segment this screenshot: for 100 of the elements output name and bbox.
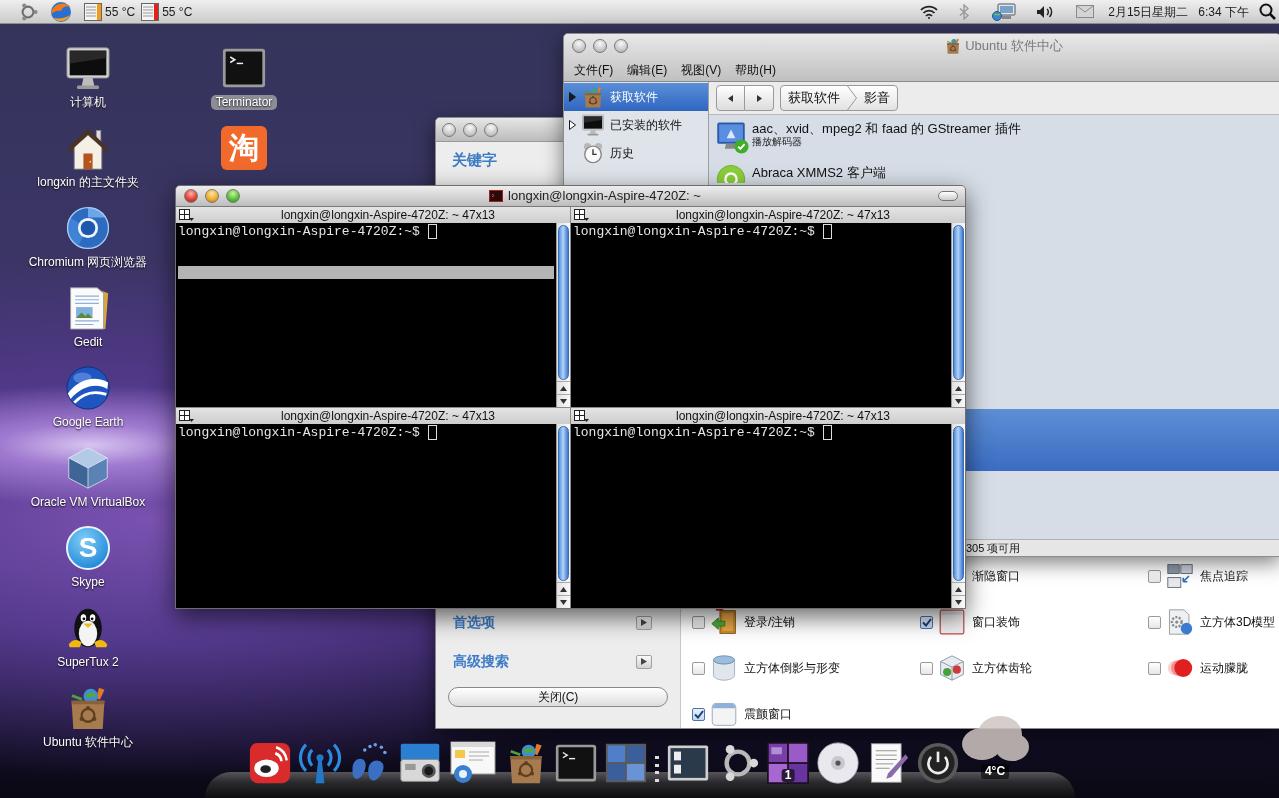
expander-triangle-icon[interactable] bbox=[569, 120, 576, 130]
date-label[interactable]: 2月15日星期二 bbox=[1108, 2, 1189, 21]
disc-icon[interactable] bbox=[817, 742, 859, 784]
antenna-icon[interactable] bbox=[299, 742, 341, 784]
desktop-icon-label[interactable]: Google Earth bbox=[47, 415, 129, 430]
forward-button[interactable] bbox=[745, 85, 774, 111]
plugin-label[interactable]: 立方体倒影与形变 bbox=[744, 659, 840, 677]
plugin-label[interactable]: 立方体齿轮 bbox=[972, 659, 1032, 677]
desktop-icon-label[interactable]: 计算机 bbox=[65, 95, 111, 110]
volume-icon[interactable] bbox=[1036, 4, 1055, 19]
menu-item[interactable]: 帮助(H) bbox=[735, 60, 776, 79]
wifi-icon[interactable] bbox=[920, 4, 939, 19]
scroll-up-button[interactable] bbox=[557, 381, 570, 394]
scrollbar[interactable] bbox=[556, 424, 570, 608]
checkbox[interactable] bbox=[1148, 615, 1161, 629]
checkbox[interactable] bbox=[692, 615, 705, 629]
scroll-down-button[interactable] bbox=[952, 394, 965, 407]
desktop-icon-label[interactable]: Oracle VM VirtualBox bbox=[25, 495, 151, 510]
plugin-label[interactable]: 运动朦胧 bbox=[1200, 659, 1248, 677]
cube-icon[interactable] bbox=[66, 446, 110, 490]
swirl-icon[interactable] bbox=[50, 0, 72, 23]
expand-arrow-button[interactable] bbox=[636, 615, 652, 630]
checkbox[interactable] bbox=[920, 661, 933, 675]
eye-logo-icon[interactable] bbox=[249, 742, 291, 784]
media-screen-icon[interactable] bbox=[716, 120, 746, 150]
checkbox[interactable] bbox=[1148, 661, 1161, 675]
minimize-button[interactable] bbox=[463, 122, 477, 137]
alarm-clock-icon[interactable] bbox=[582, 142, 604, 164]
search-icon[interactable] bbox=[1259, 3, 1276, 20]
checkbox[interactable] bbox=[692, 661, 705, 675]
scrollbar[interactable] bbox=[951, 223, 965, 407]
plugin-label[interactable]: 震颤窗口 bbox=[744, 705, 792, 723]
terminal-icon[interactable] bbox=[555, 742, 597, 784]
sidebar-item[interactable]: 历史 bbox=[564, 139, 708, 167]
split-grid-icon[interactable] bbox=[179, 409, 194, 423]
checkbox[interactable] bbox=[920, 615, 933, 629]
plugin-label[interactable]: 渐隐窗口 bbox=[972, 567, 1020, 585]
scrollbar[interactable] bbox=[556, 223, 570, 407]
desktop-icon-label[interactable]: Skype bbox=[66, 575, 110, 590]
temperature-reading[interactable]: 55 °C bbox=[105, 2, 136, 21]
cloud-icon[interactable] bbox=[960, 714, 1030, 764]
desktop-icon-label[interactable]: Chromium 网页浏览器 bbox=[23, 255, 153, 270]
shopping-bag-icon[interactable] bbox=[582, 86, 604, 108]
desktop-icon-label[interactable]: Ubuntu 软件中心 bbox=[38, 735, 138, 750]
split-grid-icon[interactable] bbox=[574, 409, 589, 423]
menu-item[interactable]: 编辑(E) bbox=[627, 60, 668, 79]
sensor-icon[interactable] bbox=[141, 2, 160, 21]
split-grid-icon[interactable] bbox=[179, 208, 194, 222]
sphere-logo-icon[interactable] bbox=[66, 206, 110, 250]
temperature-reading[interactable]: 55 °C bbox=[162, 2, 193, 21]
scroll-down-button[interactable] bbox=[557, 595, 570, 608]
expand-arrow-button[interactable] bbox=[636, 654, 652, 669]
scrollbar-thumb[interactable] bbox=[953, 426, 964, 581]
workspace-thumbnails-icon[interactable] bbox=[767, 742, 809, 784]
list-row[interactable]: aac、xvid、mpeg2 和 faad 的 GStreamer 插件 播放解码器 bbox=[709, 115, 1279, 159]
scroll-up-button[interactable] bbox=[952, 381, 965, 394]
dialog-close-button[interactable]: 关闭(C) bbox=[448, 687, 668, 707]
maximize-button[interactable] bbox=[614, 39, 628, 53]
plugin-label[interactable]: 登录/注销 bbox=[744, 613, 796, 631]
plugin-label[interactable]: 窗口装饰 bbox=[972, 613, 1020, 631]
scrollbar-thumb[interactable] bbox=[953, 225, 964, 380]
toolbar-toggle-button[interactable] bbox=[938, 191, 958, 201]
monitor-icon[interactable] bbox=[582, 114, 604, 136]
sensor-icon[interactable] bbox=[84, 2, 102, 21]
minimize-button[interactable] bbox=[593, 39, 607, 53]
close-button[interactable] bbox=[572, 39, 586, 53]
plugin-label[interactable]: 立方体3D模型 bbox=[1200, 613, 1276, 631]
scrollbar-thumb[interactable] bbox=[558, 426, 569, 581]
maximize-button[interactable] bbox=[484, 122, 498, 137]
terminal-screen[interactable]: longxin@longxin-Aspire-4720Z:~$ bbox=[571, 424, 951, 608]
monitor-icon[interactable] bbox=[66, 46, 110, 90]
desktop-icon-label[interactable]: longxin 的主文件夹 bbox=[32, 175, 144, 190]
sidebar-item[interactable]: 已安装的软件 bbox=[564, 111, 708, 139]
terminal-screen[interactable]: longxin@longxin-Aspire-4720Z:~$ bbox=[176, 223, 556, 407]
list-row[interactable]: Abraca XMMS2 客户端 bbox=[709, 159, 1279, 203]
globe-icon[interactable] bbox=[66, 366, 110, 410]
clock-label[interactable]: 6:34 下午 bbox=[1198, 2, 1249, 21]
network-icon[interactable] bbox=[992, 2, 1017, 21]
section-link[interactable]: 高级搜索 bbox=[453, 651, 509, 672]
breadcrumb-button[interactable]: 影音 bbox=[857, 86, 897, 110]
terminal-screen[interactable]: longxin@longxin-Aspire-4720Z:~$ bbox=[571, 223, 951, 407]
scrollbar-thumb[interactable] bbox=[558, 225, 569, 380]
penguin-icon[interactable] bbox=[66, 606, 110, 650]
camera-icon[interactable] bbox=[399, 742, 441, 784]
back-button[interactable] bbox=[716, 85, 745, 111]
checkbox[interactable] bbox=[692, 707, 705, 721]
breadcrumb-button[interactable]: 获取软件 bbox=[781, 86, 847, 110]
mail-icon[interactable] bbox=[1076, 5, 1095, 18]
checkbox[interactable] bbox=[1148, 569, 1161, 583]
menu-item[interactable]: 视图(V) bbox=[681, 60, 722, 79]
terminal-screen[interactable]: longxin@longxin-Aspire-4720Z:~$ bbox=[176, 424, 556, 608]
scroll-up-button[interactable] bbox=[952, 582, 965, 595]
sidebar-item[interactable]: 获取软件 bbox=[564, 83, 708, 111]
menu-item[interactable]: 文件(F) bbox=[574, 60, 614, 79]
scroll-down-button[interactable] bbox=[557, 394, 570, 407]
close-button[interactable] bbox=[442, 122, 456, 137]
minimize-button[interactable] bbox=[205, 189, 219, 203]
scrollbar[interactable] bbox=[951, 424, 965, 608]
scroll-down-button[interactable] bbox=[952, 595, 965, 608]
desktop-icon-label[interactable]: SuperTux 2 bbox=[52, 655, 124, 670]
